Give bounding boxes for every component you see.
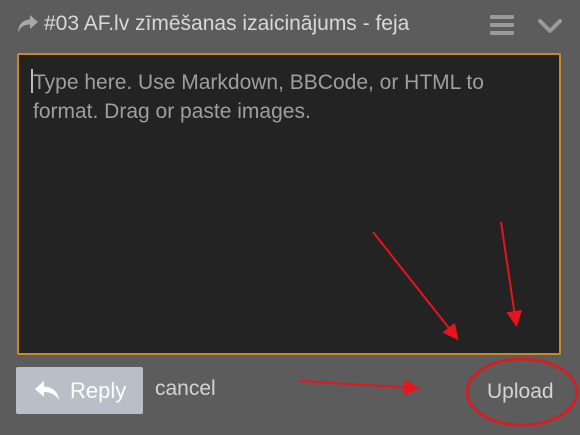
composer-header: #03 AF.lv zīmēšanas izaicinājums - feja [0,0,580,50]
hamburger-menu-icon[interactable] [490,15,514,35]
cancel-link[interactable]: cancel [155,377,216,401]
share-arrow-icon [18,15,38,33]
chevron-down-icon[interactable] [537,18,563,34]
annotation-arrow [299,379,420,396]
upload-button[interactable]: Upload [487,380,554,404]
topic-title[interactable]: #03 AF.lv zīmēšanas izaicinājums - feja [44,12,409,36]
reply-arrow-icon [35,381,59,400]
textarea-placeholder: Type here. Use Markdown, BBCode, or HTML… [33,71,484,123]
reply-button-label: Reply [70,378,127,403]
reply-button[interactable]: Reply [16,367,143,414]
reply-textarea[interactable]: Type here. Use Markdown, BBCode, or HTML… [17,53,561,355]
